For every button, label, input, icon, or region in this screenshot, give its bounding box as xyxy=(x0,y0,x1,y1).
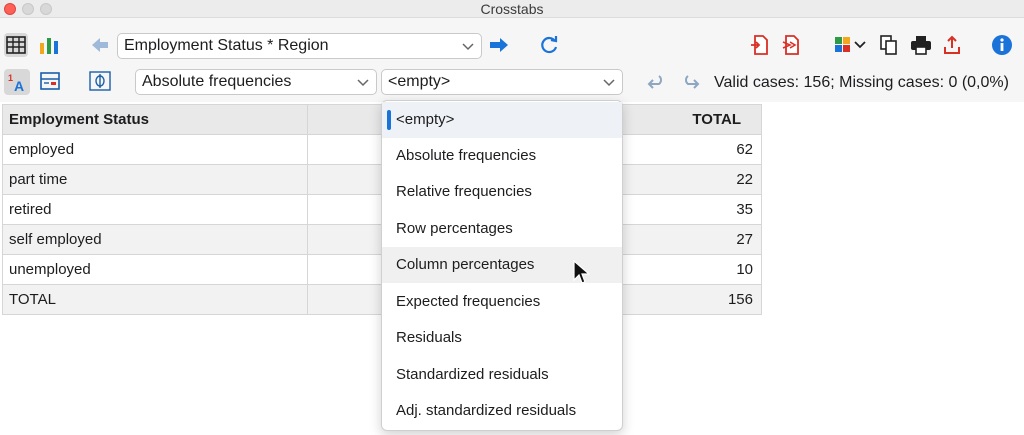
color-palette-icon xyxy=(835,37,866,52)
dropdown-option[interactable]: Residuals xyxy=(382,320,622,356)
row-label: retired xyxy=(2,194,308,225)
back-button[interactable] xyxy=(88,33,112,57)
color-scheme-button[interactable] xyxy=(833,33,869,57)
table-view-button[interactable] xyxy=(4,33,28,57)
copy-icon xyxy=(880,35,897,55)
forward-arrow-icon xyxy=(490,38,508,52)
refresh-icon xyxy=(541,36,558,54)
mouse-cursor-icon xyxy=(573,260,590,284)
share-button[interactable] xyxy=(940,33,964,57)
toolbar: Employment Status * Region 1 A Absolute … xyxy=(0,18,1024,102)
dropdown-option[interactable]: <empty> xyxy=(382,102,622,138)
dropdown-option[interactable]: Absolute frequencies xyxy=(382,138,622,174)
print-icon xyxy=(911,36,931,55)
export-button[interactable] xyxy=(748,33,772,57)
dropdown-option[interactable]: Adj. standardized residuals xyxy=(382,393,622,429)
forward-button[interactable] xyxy=(487,33,511,57)
case-status: Valid cases: 156; Missing cases: 0 (0,0%… xyxy=(714,74,1009,91)
dropdown-option[interactable]: Relative frequencies xyxy=(382,174,622,210)
row-label: unemployed xyxy=(2,254,308,285)
phi-icon xyxy=(89,71,111,91)
redo-button[interactable] xyxy=(678,71,702,95)
export-alt-icon xyxy=(782,35,799,55)
dropdown-option[interactable]: Expected frequencies xyxy=(382,284,622,320)
window-title: Crosstabs xyxy=(480,1,544,17)
undo-button[interactable] xyxy=(645,71,669,95)
table-icon xyxy=(6,36,26,54)
back-arrow-icon xyxy=(92,38,108,52)
undo-icon xyxy=(647,75,662,89)
refresh-button[interactable] xyxy=(537,33,561,57)
layout-button[interactable] xyxy=(38,69,62,93)
svg-text:1: 1 xyxy=(8,73,13,83)
redo-icon xyxy=(685,75,700,89)
copy-button[interactable] xyxy=(877,33,901,57)
dropdown-option[interactable]: Row percentages xyxy=(382,211,622,247)
chevron-down-icon xyxy=(357,79,369,87)
display-mode-select[interactable]: Absolute frequencies xyxy=(135,69,377,95)
row-label: self employed xyxy=(2,224,308,255)
table-selector-value: Employment Status * Region xyxy=(124,37,329,54)
row-label: part time xyxy=(2,164,308,195)
layout-icon xyxy=(40,72,60,90)
export-alt-button[interactable] xyxy=(779,33,803,57)
row-label: employed xyxy=(2,134,308,165)
chevron-down-icon xyxy=(462,43,474,51)
print-button[interactable] xyxy=(909,33,933,57)
chevron-down-icon xyxy=(603,79,615,87)
header-employment-status: Employment Status xyxy=(2,104,308,135)
display-mode-value: Absolute frequencies xyxy=(142,73,292,90)
second-mode-value: <empty> xyxy=(388,73,451,90)
title-bar: Crosstabs xyxy=(0,0,1024,18)
share-icon xyxy=(944,35,960,54)
label-toggle-icon: 1 A xyxy=(8,73,24,93)
table-selector[interactable]: Employment Status * Region xyxy=(117,33,482,59)
second-mode-select[interactable]: <empty> xyxy=(381,69,623,95)
label-toggle-button[interactable]: 1 A xyxy=(4,69,30,95)
svg-text:A: A xyxy=(14,78,24,93)
info-icon xyxy=(992,35,1012,55)
chart-view-button[interactable] xyxy=(37,33,61,57)
dropdown-option[interactable]: Standardized residuals xyxy=(382,357,622,393)
row-label: TOTAL xyxy=(2,284,308,315)
info-button[interactable] xyxy=(990,33,1014,57)
chart-icon xyxy=(40,38,58,54)
phi-button[interactable] xyxy=(88,69,112,93)
export-icon xyxy=(751,35,768,55)
